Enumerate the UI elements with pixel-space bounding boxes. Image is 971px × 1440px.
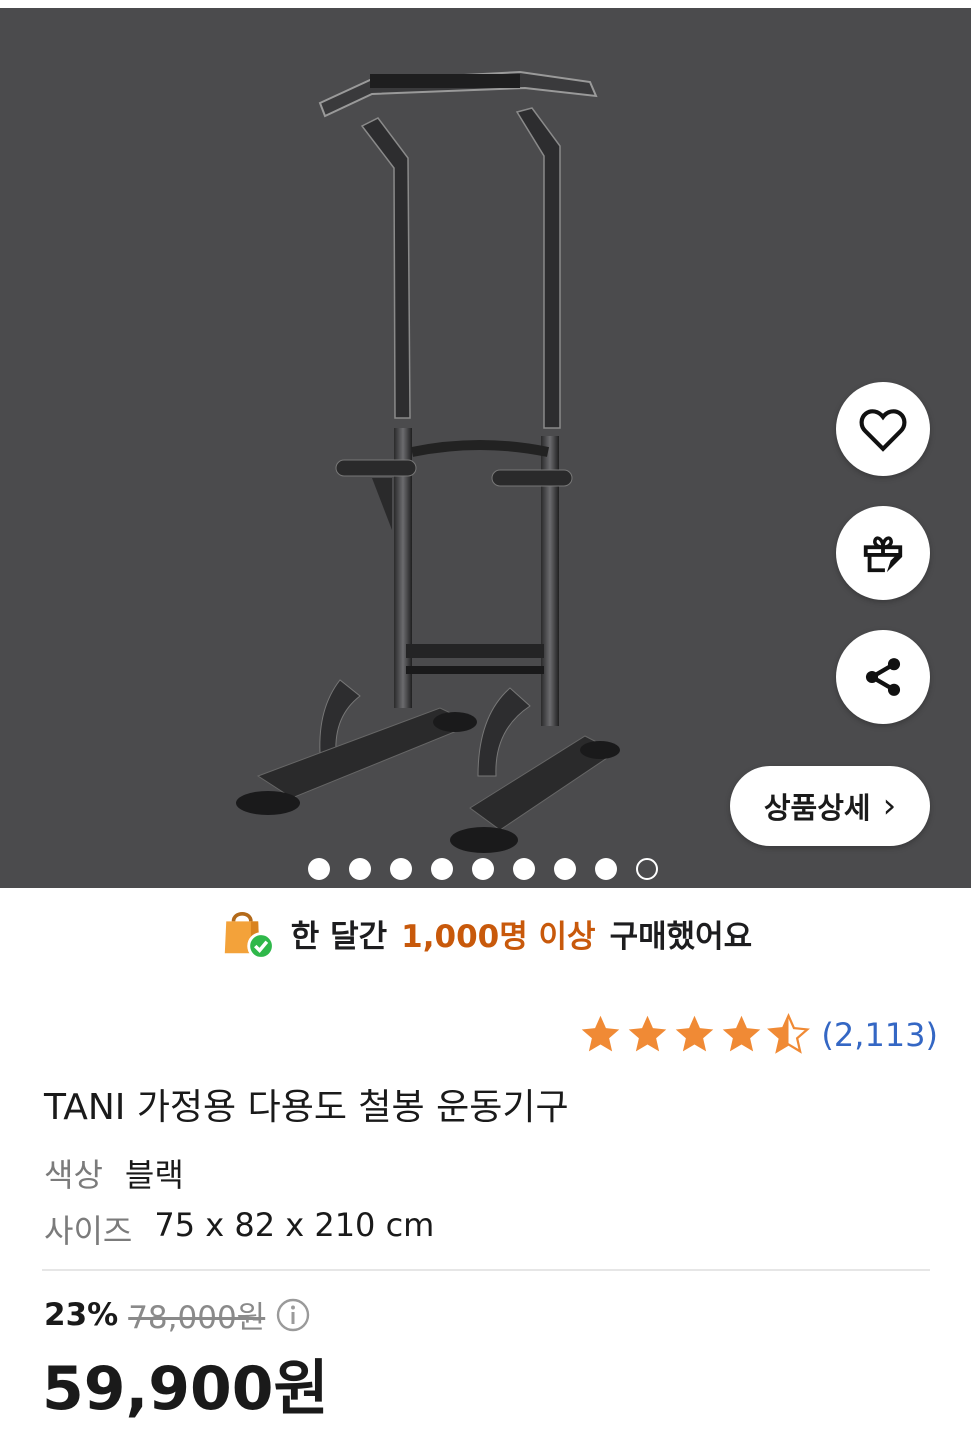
gift-button[interactable]	[836, 506, 930, 600]
carousel-dot[interactable]	[431, 858, 453, 880]
purchase-count-prefix: 한 달간	[290, 918, 388, 955]
carousel-dot[interactable]	[390, 858, 412, 880]
carousel-dot[interactable]	[595, 858, 617, 880]
product-detail-button[interactable]: 상품상세 ›	[730, 766, 930, 846]
purchase-count-highlight: 1,000명 이상	[401, 918, 596, 955]
option-size: 사이즈 75 x 82 x 210 cm	[44, 1206, 434, 1252]
star-rating	[578, 1012, 811, 1057]
review-count-link[interactable]: (2,113)	[821, 1016, 938, 1054]
share-button[interactable]	[836, 630, 930, 724]
product-title: TANI 가정용 다용도 철봉 운동기구	[44, 1087, 569, 1128]
star-icon	[723, 1015, 761, 1052]
product-image	[236, 70, 620, 853]
star-icon	[629, 1015, 667, 1052]
carousel-indicator	[308, 858, 658, 880]
chevron-right-icon: ›	[882, 786, 897, 826]
carousel-dot[interactable]	[308, 858, 330, 880]
heart-icon	[859, 409, 907, 452]
top-strip	[0, 0, 971, 8]
wishlist-button[interactable]	[836, 382, 930, 476]
discount-rate: 23%	[44, 1296, 119, 1333]
option-value: 75 x 82 x 210 cm	[154, 1206, 435, 1244]
carousel-dot[interactable]	[513, 858, 535, 880]
carousel-dot[interactable]	[349, 858, 371, 880]
info-icon[interactable]	[275, 1297, 311, 1333]
product-image-carousel[interactable]: 상품상세 ›	[0, 8, 971, 888]
star-icon	[676, 1015, 714, 1052]
option-label: 사이즈	[44, 1212, 133, 1250]
rating-summary[interactable]: (2,113)	[578, 1012, 938, 1057]
divider	[42, 1269, 930, 1271]
option-color: 색상 블랙	[44, 1150, 184, 1196]
discount-row: 23% 78,000원	[44, 1292, 311, 1337]
share-icon	[865, 658, 901, 696]
half-star-icon	[767, 1012, 811, 1054]
gift-icon	[863, 536, 903, 573]
shopping-bag-check-icon	[224, 911, 275, 960]
product-detail-label: 상품상세	[763, 791, 871, 825]
carousel-dot-active[interactable]	[636, 858, 658, 880]
purchase-count-banner: 한 달간 1,000명 이상 구매했어요	[0, 898, 971, 968]
carousel-dot[interactable]	[472, 858, 494, 880]
carousel-dot[interactable]	[554, 858, 576, 880]
sale-price: 59,900원	[42, 1354, 329, 1424]
option-label: 색상	[44, 1156, 103, 1194]
star-icon	[582, 1015, 620, 1052]
option-value: 블랙	[124, 1156, 184, 1194]
purchase-count-suffix: 구매했어요	[609, 918, 753, 955]
original-price: 78,000원	[128, 1300, 266, 1336]
